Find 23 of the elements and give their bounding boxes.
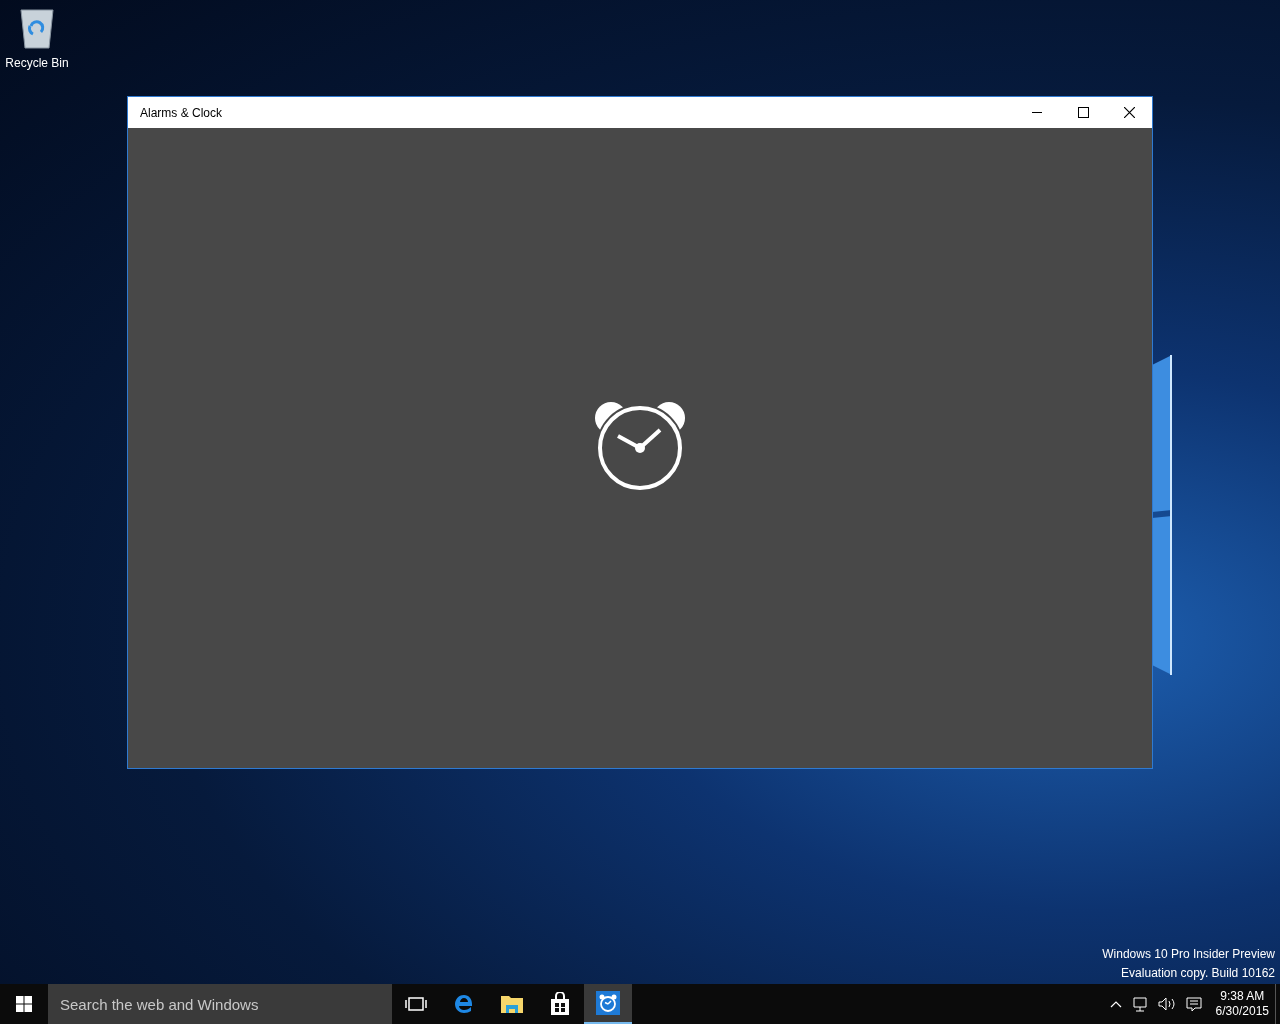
recycle-bin-icon bbox=[18, 6, 56, 50]
shopping-bag-icon bbox=[549, 992, 571, 1016]
desktop-icon[interactable]: Recycle Bin bbox=[2, 6, 72, 72]
taskbar-clock[interactable]: 9:38 AM 6/30/2015 bbox=[1209, 989, 1275, 1019]
desktop-icon-label: Recycle Bin bbox=[5, 55, 69, 72]
speaker-icon bbox=[1157, 997, 1176, 1011]
task-view-icon bbox=[405, 996, 427, 1012]
network-icon bbox=[1131, 996, 1148, 1012]
folder-icon bbox=[500, 993, 524, 1015]
search-field[interactable]: Search the web and Windows bbox=[48, 984, 392, 1024]
maximize-icon bbox=[1077, 107, 1089, 118]
build-info-text: Windows 10 Pro Insider Preview bbox=[1102, 946, 1275, 963]
taskbar-app-button[interactable] bbox=[584, 984, 632, 1024]
alarm-clock-icon bbox=[596, 991, 620, 1015]
minimize-icon bbox=[1032, 112, 1042, 113]
clock-date: 6/30/2015 bbox=[1215, 1004, 1269, 1019]
chevron-up-icon bbox=[1109, 1000, 1122, 1008]
message-icon bbox=[1185, 996, 1202, 1012]
clock-time: 9:38 AM bbox=[1220, 989, 1265, 1004]
build-info-text: Evaluation copy. Build 10162 bbox=[1121, 965, 1275, 982]
window-title: Alarms & Clock bbox=[140, 104, 223, 122]
close-icon bbox=[1123, 107, 1135, 118]
windows-logo-icon bbox=[16, 996, 32, 1012]
